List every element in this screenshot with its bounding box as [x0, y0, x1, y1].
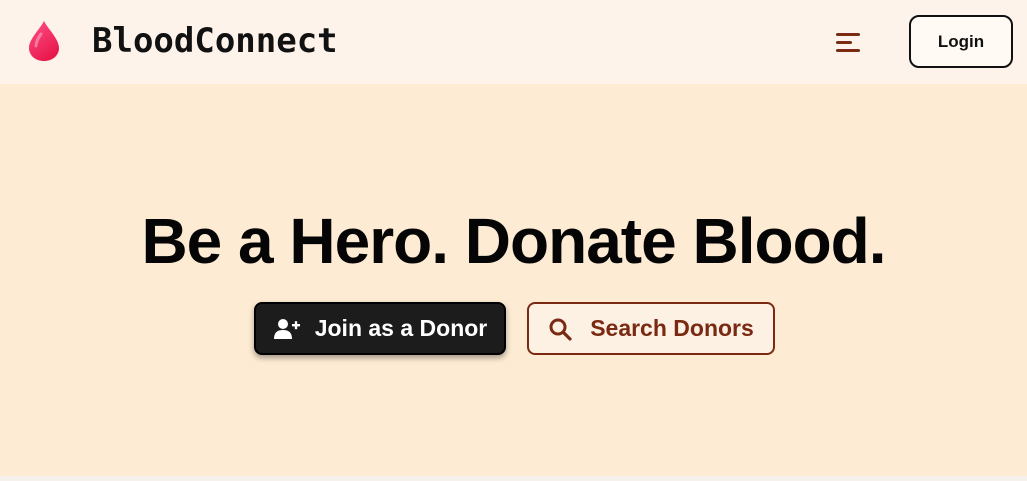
- menu-icon: [836, 33, 860, 52]
- brand-name: BloodConnect: [92, 21, 338, 61]
- hero-title: Be a Hero. Donate Blood.: [141, 205, 886, 277]
- navbar: BloodConnect Login: [0, 0, 1027, 84]
- join-as-donor-label: Join as a Donor: [314, 315, 488, 341]
- menu-button[interactable]: [834, 28, 864, 56]
- join-as-donor-button[interactable]: Join as a Donor: [254, 302, 506, 355]
- hero-section: Be a Hero. Donate Blood. Join as a Donor…: [0, 84, 1027, 476]
- search-donors-label: Search Donors: [590, 315, 754, 341]
- search-icon: [549, 318, 572, 341]
- login-button[interactable]: Login: [909, 15, 1013, 68]
- blood-drop-icon: [29, 21, 59, 61]
- add-user-icon: [273, 318, 300, 339]
- search-donors-button[interactable]: Search Donors: [527, 302, 775, 355]
- brand-link[interactable]: BloodConnect: [26, 19, 338, 63]
- page-bottom-strip: [0, 476, 1027, 481]
